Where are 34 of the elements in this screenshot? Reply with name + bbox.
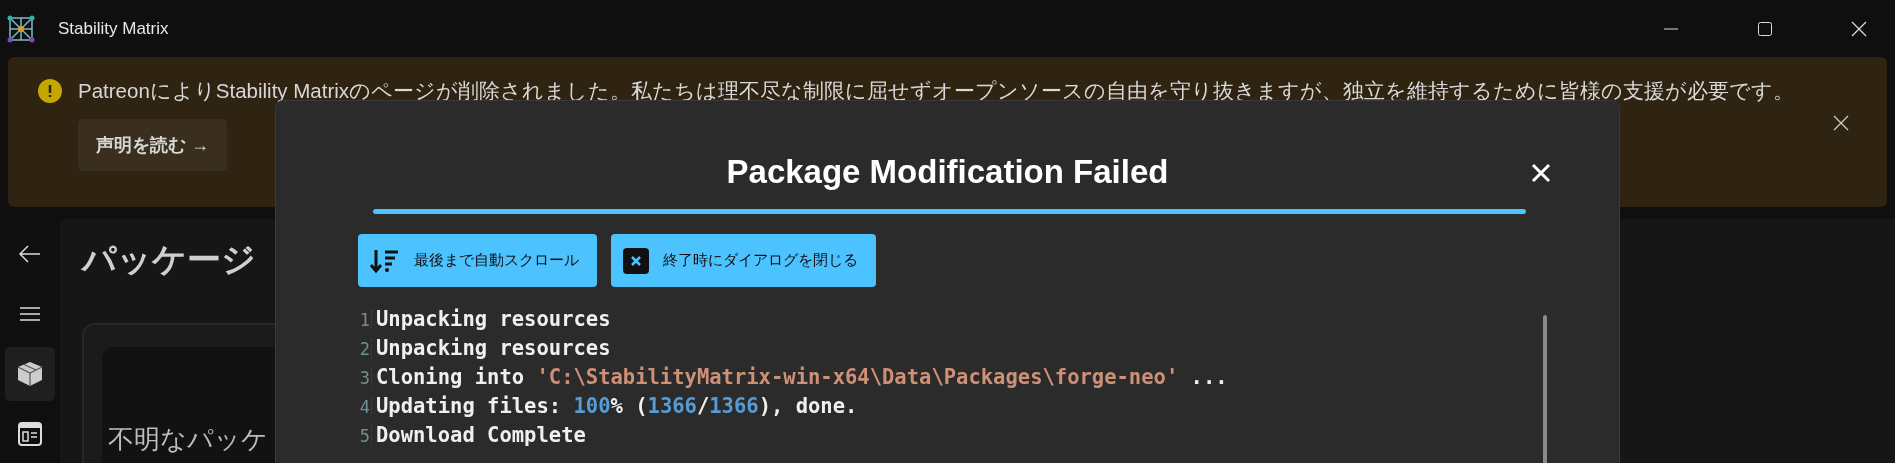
line-number: 1 (356, 310, 372, 330)
dialog-title: Package Modification Failed (726, 153, 1169, 191)
window-icon (18, 422, 42, 446)
window-title: Stability Matrix (58, 18, 169, 39)
line-number: 3 (356, 368, 372, 388)
app-logo-icon (6, 13, 36, 44)
menu-icon (20, 307, 40, 321)
close-icon (1531, 163, 1551, 183)
line-number: 4 (356, 397, 372, 417)
close-icon (1833, 115, 1849, 131)
close-icon (1851, 20, 1867, 37)
line-number: 5 (356, 426, 372, 446)
log-line: Download Complete (376, 423, 586, 447)
sidebar-item[interactable] (5, 347, 55, 401)
line-number: 2 (356, 339, 372, 359)
close-dialog-button[interactable] (1531, 163, 1551, 183)
maximize-icon (1758, 21, 1772, 36)
auto-scroll-button[interactable]: 最後まで自動スクロール (358, 234, 597, 287)
back-arrow-icon (19, 245, 41, 263)
minimize-icon (1664, 27, 1678, 30)
package-name: 不明なパッケ (108, 423, 268, 456)
warning-icon (38, 79, 62, 103)
close-box-icon (623, 247, 649, 274)
close-on-finish-button[interactable]: 終了時にダイアログを閉じる (611, 234, 876, 287)
close-banner-button[interactable] (1833, 115, 1849, 131)
page-title: パッケージ (82, 239, 256, 280)
log-line: Updating files: 100% (1366/1366), done. (376, 394, 858, 418)
read-statement-button[interactable]: 声明を読む → (78, 119, 227, 171)
box-icon (17, 361, 43, 387)
sort-down-icon (370, 247, 400, 274)
scrollbar[interactable] (1543, 315, 1547, 463)
log-line: Unpacking resources (376, 336, 611, 360)
log-line: Unpacking resources (376, 307, 611, 331)
log-line: Cloning into 'C:\StabilityMatrix-win-x64\Data\Packages\forge-neo' ... (376, 365, 1228, 389)
